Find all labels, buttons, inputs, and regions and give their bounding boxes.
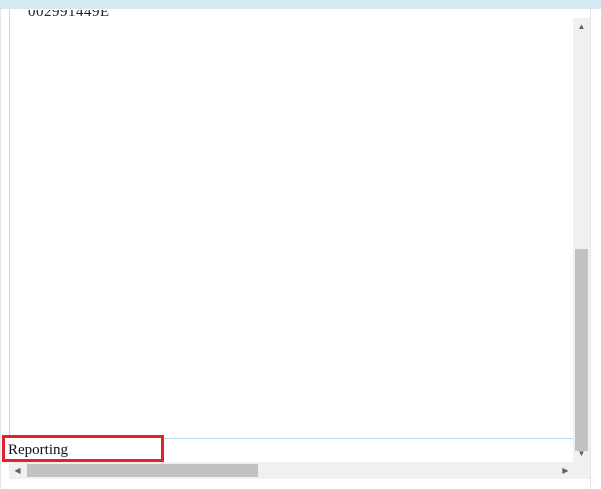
vertical-scroll-thumb[interactable] bbox=[575, 249, 588, 451]
clipped-id-text: 002991449E bbox=[28, 10, 110, 20]
right-edge bbox=[590, 9, 601, 489]
scroll-right-arrow-icon[interactable]: ▶ bbox=[557, 462, 574, 479]
left-edge bbox=[0, 9, 1, 489]
scroll-up-arrow-icon[interactable]: ▲ bbox=[573, 18, 590, 35]
status-field-value[interactable]: Reporting bbox=[8, 442, 68, 459]
report-content-area[interactable]: 002991449E bbox=[9, 10, 574, 462]
scroll-down-arrow-icon[interactable]: ▼ bbox=[573, 445, 590, 462]
horizontal-scroll-thumb[interactable] bbox=[27, 464, 258, 477]
horizontal-scrollbar[interactable]: ◀ ▶ bbox=[9, 462, 574, 479]
vertical-scrollbar[interactable]: ▲ ▼ bbox=[573, 18, 590, 462]
scroll-left-arrow-icon[interactable]: ◀ bbox=[9, 462, 26, 479]
scrollbar-corner bbox=[574, 462, 590, 479]
